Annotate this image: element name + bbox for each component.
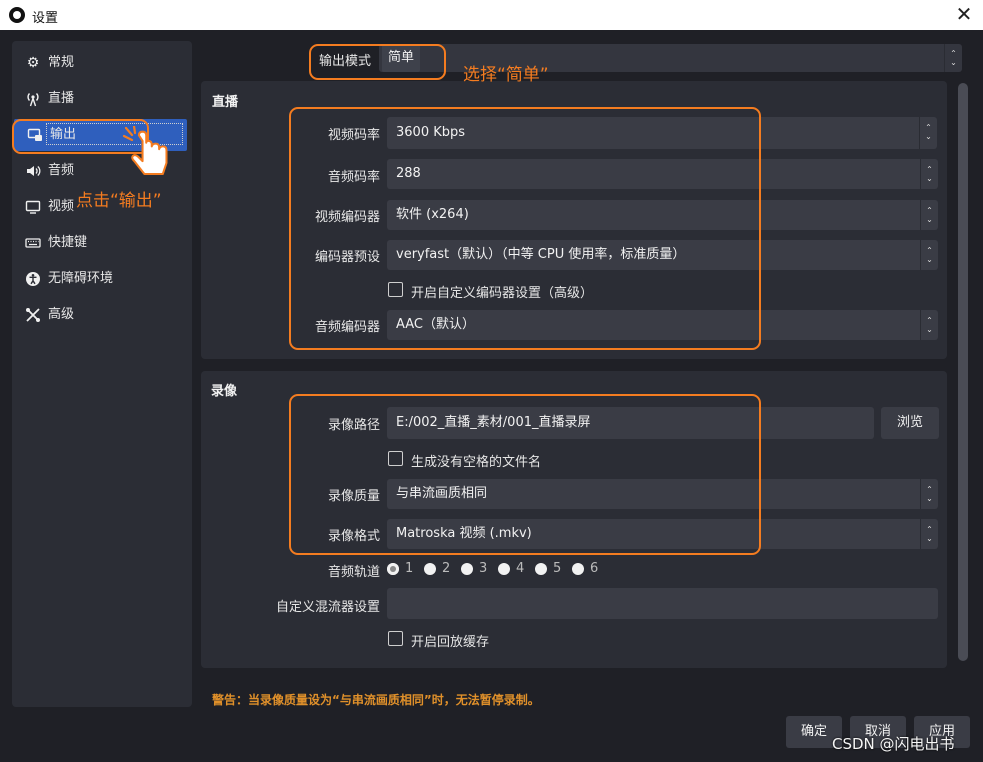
- custom-muxer-input[interactable]: [387, 588, 938, 619]
- sidebar-item-label: 无障碍环境: [48, 271, 114, 286]
- annotation-box-output-mode: [309, 44, 446, 80]
- chevron-updown-icon: ⌃ ⌄: [920, 310, 938, 340]
- annotation-click-output: 点击“输出”: [76, 191, 162, 211]
- annotation-box-recording: [289, 394, 761, 555]
- scrollbar[interactable]: [958, 83, 968, 661]
- audio-track-radio-5[interactable]: [535, 563, 547, 575]
- broadcast-icon: [25, 91, 41, 107]
- replay-buffer-checkbox[interactable]: [388, 631, 403, 646]
- chevron-updown-icon: ⌃ ⌄: [944, 44, 962, 72]
- annotation-box-stream: [289, 107, 761, 350]
- monitor-icon: [25, 199, 41, 215]
- obs-logo-icon: [9, 7, 25, 23]
- sidebar-item-stream[interactable]: 直播: [12, 83, 192, 115]
- stream-section-title: 直播: [212, 95, 239, 110]
- close-icon[interactable]: ✕: [953, 3, 975, 25]
- sidebar-item-advanced[interactable]: 高级: [12, 299, 192, 331]
- sidebar-item-label: 直播: [48, 91, 75, 106]
- sidebar-item-accessibility[interactable]: 无障碍环境: [12, 263, 192, 295]
- sidebar-item-hotkeys[interactable]: 快捷键: [12, 227, 192, 259]
- audio-track-number: 5: [553, 561, 562, 576]
- audio-track-number: 2: [442, 561, 451, 576]
- sidebar-item-general[interactable]: ⚙ 常规: [12, 47, 192, 79]
- chevron-updown-icon: ⌃ ⌄: [920, 159, 938, 189]
- speaker-icon: [25, 163, 41, 179]
- window-title: 设置: [32, 11, 59, 26]
- replay-buffer-label: 开启回放缓存: [411, 635, 490, 650]
- hand-pointer-icon: [122, 126, 168, 176]
- audio-track-radio-1[interactable]: [387, 563, 399, 575]
- watermark: CSDN @闪电出书: [832, 735, 955, 753]
- recording-section-title: 录像: [211, 384, 238, 399]
- accessibility-icon: [25, 271, 41, 287]
- chevron-updown-icon: ⌃ ⌄: [920, 519, 938, 549]
- audio-track-radio-4[interactable]: [498, 563, 510, 575]
- audio-track-number: 1: [405, 561, 414, 576]
- sidebar-item-label: 视频: [48, 199, 75, 214]
- chevron-updown-icon: ⌃ ⌄: [920, 200, 938, 230]
- gear-icon: ⚙: [26, 55, 40, 71]
- audio-track-radio-6[interactable]: [572, 563, 584, 575]
- annotation-select-simple: 选择“简单”: [463, 65, 549, 85]
- audio-track-number: 6: [590, 561, 599, 576]
- audio-track-radio-3[interactable]: [461, 563, 473, 575]
- audio-track-number: 4: [516, 561, 525, 576]
- chevron-updown-icon: ⌃ ⌄: [920, 479, 938, 509]
- custom-muxer-label: 自定义混流器设置: [275, 600, 380, 615]
- audio-track-number: 3: [479, 561, 488, 576]
- audio-track-radio-2[interactable]: [424, 563, 436, 575]
- title-bar: 设置 ✕: [0, 0, 983, 30]
- sidebar-item-label: 快捷键: [48, 235, 88, 250]
- sidebar-item-label: 高级: [48, 307, 75, 322]
- chevron-updown-icon[interactable]: ⌃ ⌄: [919, 117, 937, 149]
- browse-button[interactable]: 浏览: [881, 407, 939, 439]
- tools-icon: [25, 307, 41, 323]
- sidebar-item-label: 常规: [48, 55, 75, 70]
- warning-text: 警告：当录像质量设为“与串流画质相同”时，无法暂停录制。: [212, 693, 540, 707]
- chevron-updown-icon: ⌃ ⌄: [920, 240, 938, 270]
- sidebar-item-label: 音频: [48, 163, 75, 178]
- audio-track-label: 音频轨道: [327, 565, 380, 580]
- keyboard-icon: [25, 235, 41, 251]
